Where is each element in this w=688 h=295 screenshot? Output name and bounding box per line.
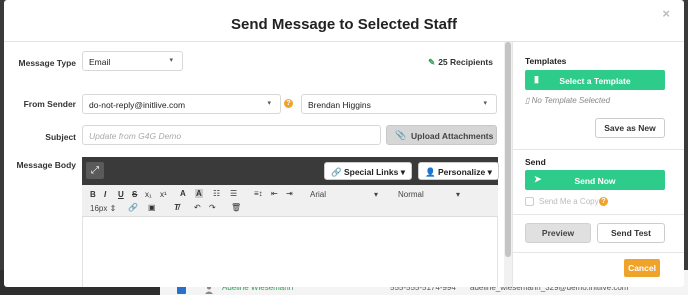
send-now-label: Send Now: [574, 176, 616, 186]
redo-icon[interactable]: ↷: [209, 203, 216, 212]
text-style-select[interactable]: Normal: [398, 190, 424, 199]
chevron-down-icon: ▾: [487, 167, 492, 177]
recipients-count: 25 Recipients: [438, 57, 493, 67]
line-height-icon[interactable]: ≡↕: [254, 189, 263, 198]
font-family-value: Arial: [310, 190, 327, 199]
link-icon[interactable]: 🔗: [128, 203, 138, 212]
from-sender-label: From Sender: [23, 99, 76, 109]
chevron-down-icon: ▾: [483, 100, 487, 107]
message-type-label: Message Type: [18, 58, 76, 68]
save-as-new-button[interactable]: Save as New: [595, 118, 665, 138]
send-copy-label: Send Me a Copy: [539, 197, 599, 206]
outdent-icon[interactable]: ⇤: [271, 189, 278, 198]
message-body-label: Message Body: [16, 160, 76, 170]
send-copy-checkbox[interactable]: [525, 197, 534, 206]
text-color-icon[interactable]: A: [180, 189, 186, 198]
message-type-value: Email: [89, 57, 111, 67]
upload-attachments-button[interactable]: 📎 Upload Attachments: [386, 125, 497, 145]
upload-label: Upload Attachments: [411, 131, 494, 141]
strikethrough-button[interactable]: S: [132, 190, 137, 199]
image-icon[interactable]: ▣: [148, 203, 156, 212]
divider: [513, 149, 684, 150]
recipients-link[interactable]: ✎ 25 Recipients: [428, 57, 493, 68]
underline-button[interactable]: U: [118, 190, 124, 199]
special-links-button[interactable]: 🔗 Special Links ▾: [324, 162, 412, 180]
italic-button[interactable]: I: [104, 190, 106, 199]
info-icon[interactable]: ?: [284, 99, 293, 108]
text-style-value: Normal: [398, 190, 424, 199]
subject-input[interactable]: Update from G4G Demo: [82, 125, 381, 145]
file-icon: ▯: [525, 96, 532, 105]
side-panel: Templates ▮ Select a Template ▯ No Templ…: [512, 42, 684, 287]
sender-email-select[interactable]: do-not-reply@initlive.com ▾: [82, 94, 281, 114]
no-template-text: ▯ No Template Selected: [525, 96, 610, 105]
link-icon: 🔗: [331, 167, 342, 177]
no-template-label: No Template Selected: [531, 96, 611, 105]
pencil-icon: ✎: [428, 57, 436, 67]
indent-icon[interactable]: ⇥: [286, 189, 293, 198]
background-color-icon[interactable]: A: [195, 189, 203, 198]
info-icon[interactable]: ?: [599, 197, 608, 206]
select-template-label: Select a Template: [559, 76, 631, 86]
trash-icon[interactable]: 🗑: [231, 203, 241, 212]
user-icon: 👤: [425, 167, 436, 177]
editor-header: ⤢ 🔗 Special Links ▾ 👤 Personalize ▾: [82, 157, 499, 185]
templates-heading: Templates: [525, 56, 567, 66]
chevron-down-icon: ▾: [456, 190, 461, 199]
close-icon[interactable]: ×: [662, 6, 670, 21]
expand-icon[interactable]: ⤢: [86, 162, 104, 179]
subscript-button[interactable]: x₁: [145, 190, 152, 199]
bullet-list-icon[interactable]: ☰: [230, 189, 237, 198]
preview-button[interactable]: Preview: [525, 223, 591, 243]
sender-email-value: do-not-reply@initlive.com: [89, 100, 186, 110]
bold-button[interactable]: B: [90, 190, 96, 199]
font-family-select[interactable]: Arial: [310, 190, 326, 199]
special-links-label: Special Links: [343, 167, 399, 177]
divider: [513, 252, 684, 253]
divider: [513, 214, 684, 215]
select-template-button[interactable]: ▮ Select a Template: [525, 70, 665, 90]
ordered-list-icon[interactable]: ☷: [213, 189, 220, 198]
personalize-button[interactable]: 👤 Personalize ▾: [418, 162, 499, 180]
paperclip-icon: 📎: [395, 130, 407, 140]
clear-format-icon[interactable]: T̸: [174, 203, 179, 212]
modal-title: Send Message to Selected Staff: [231, 16, 457, 33]
chevron-down-icon: ▾: [267, 100, 271, 107]
editor-content-area[interactable]: [82, 217, 498, 287]
message-type-select[interactable]: Email ▾: [82, 51, 183, 71]
chevron-down-icon: ▾: [169, 57, 173, 64]
sender-name-select[interactable]: Brendan Higgins ▾: [301, 94, 497, 114]
undo-icon[interactable]: ↶: [194, 203, 201, 212]
cancel-button[interactable]: Cancel: [624, 259, 660, 277]
superscript-button[interactable]: x¹: [160, 190, 167, 199]
subject-placeholder: Update from G4G Demo: [89, 131, 182, 141]
scrollbar[interactable]: [504, 42, 512, 287]
editor-toolbar: B I U S x₁ x¹ A A ☷ ☰ ≡↕ ⇤ ⇥ Arial ▾ Nor…: [82, 185, 498, 217]
send-heading: Send: [525, 157, 546, 167]
chevron-down-icon: ▾: [374, 190, 379, 199]
personalize-label: Personalize: [437, 167, 486, 177]
font-size-select[interactable]: 16px ⇕: [90, 204, 116, 213]
scrollbar-thumb[interactable]: [505, 42, 511, 257]
font-size-value: 16px: [90, 204, 108, 213]
sender-name-value: Brendan Higgins: [308, 100, 371, 110]
chevron-down-icon: ▾: [400, 167, 405, 177]
send-message-modal: Send Message to Selected Staff × Message…: [4, 0, 684, 287]
send-test-button[interactable]: Send Test: [597, 223, 665, 243]
subject-label: Subject: [45, 132, 76, 142]
send-now-button[interactable]: ➤ Send Now: [525, 170, 665, 190]
